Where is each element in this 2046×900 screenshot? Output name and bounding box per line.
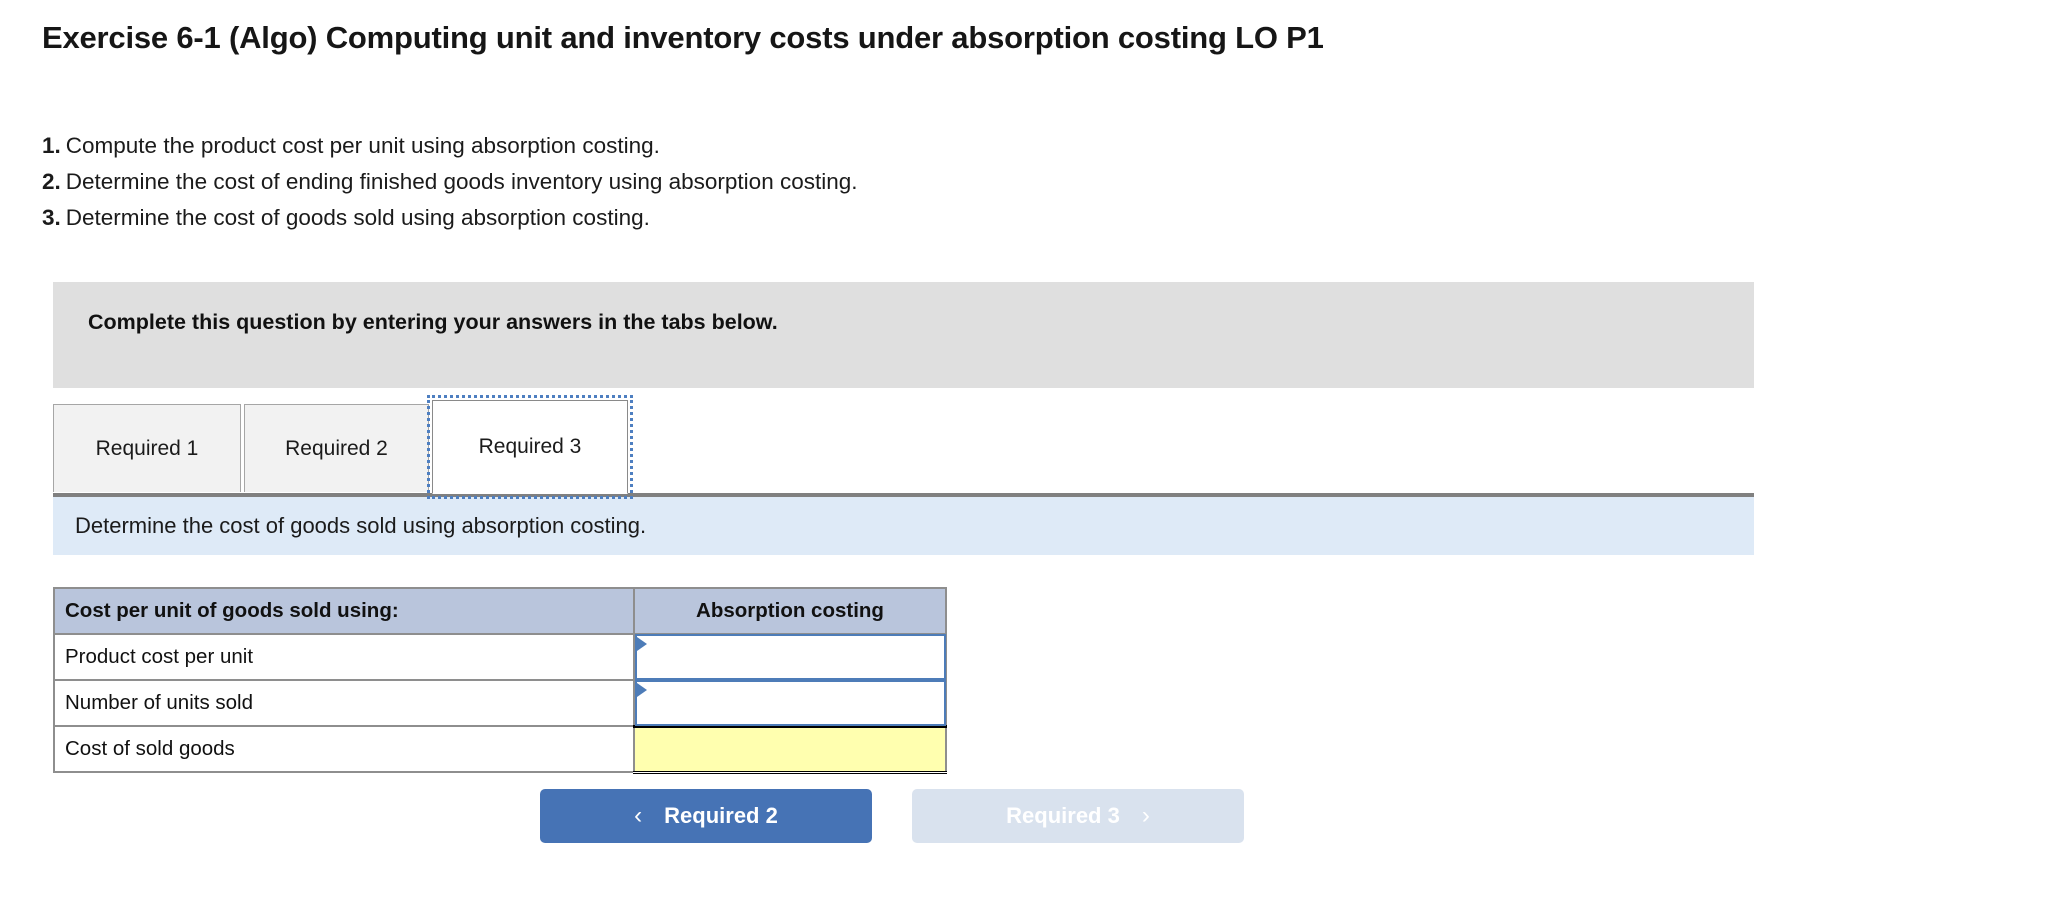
table-header-absorption-costing: Absorption costing (633, 587, 947, 635)
row-label-number-of-units-sold: Number of units sold (53, 679, 635, 727)
requirement-item: 2. Determine the cost of ending finished … (42, 164, 858, 200)
input-product-cost-per-unit[interactable] (635, 634, 946, 680)
chevron-right-icon: › (1141, 802, 1150, 829)
table-header-label: Cost per unit of goods sold using: (53, 587, 635, 635)
answer-table: Cost per unit of goods sold using: Absor… (53, 587, 947, 774)
total-cost-of-sold-goods-value (635, 728, 945, 771)
page-title: Exercise 6-1 (Algo) Computing unit and i… (42, 20, 1324, 55)
complete-question-banner: Complete this question by entering your … (53, 282, 1754, 388)
table-row: Product cost per unit (53, 633, 947, 681)
complete-question-banner-text: Complete this question by entering your … (88, 310, 778, 334)
tab-required-2[interactable]: Required 2 (244, 404, 429, 492)
tab-required-1[interactable]: Required 1 (53, 404, 241, 492)
next-required-3-button[interactable]: Required 3 › (912, 789, 1244, 843)
row-label-cost-of-sold-goods: Cost of sold goods (53, 725, 635, 773)
required-tabs: Required 1 Required 2 Required 3 (53, 395, 1754, 499)
requirement-number: 2. (42, 169, 61, 194)
prev-required-2-button[interactable]: ‹ Required 2 (540, 789, 872, 843)
tab-required-1-label: Required 1 (95, 436, 199, 460)
tab-required-2-label: Required 2 (285, 436, 388, 460)
row-label-product-cost-per-unit: Product cost per unit (53, 633, 635, 681)
table-row: Cost of sold goods (53, 724, 947, 774)
tab-instruction-bar: Determine the cost of goods sold using a… (53, 497, 1754, 555)
requirement-item: 1. Compute the product cost per unit usin… (42, 128, 858, 164)
cell-cost-of-sold-goods-total (633, 724, 947, 774)
table-row: Number of units sold (53, 679, 947, 727)
requirement-text: Determine the cost of ending finished go… (65, 169, 858, 194)
tab-required-3[interactable]: Required 3 (427, 395, 633, 499)
tab-navigation: ‹ Required 2 Required 3 › (540, 789, 1244, 843)
tab-required-3-label: Required 3 (478, 435, 582, 458)
cell-number-of-units-sold[interactable] (633, 679, 947, 727)
table-header-row: Cost per unit of goods sold using: Absor… (53, 587, 947, 635)
requirement-item: 3. Determine the cost of goods sold using… (42, 200, 858, 236)
tab-instruction-text: Determine the cost of goods sold using a… (75, 513, 647, 538)
input-number-of-units-sold[interactable] (635, 680, 946, 726)
prev-required-2-label: Required 2 (664, 803, 778, 828)
requirement-text: Compute the product cost per unit using … (65, 133, 660, 158)
cell-product-cost-per-unit[interactable] (633, 633, 947, 681)
requirement-number: 1. (42, 133, 61, 158)
requirements-list: 1. Compute the product cost per unit usin… (42, 128, 858, 236)
next-required-3-label: Required 3 (1006, 803, 1120, 828)
chevron-left-icon: ‹ (634, 802, 643, 829)
requirement-number: 3. (42, 205, 61, 230)
requirement-text: Determine the cost of goods sold using a… (65, 205, 650, 230)
